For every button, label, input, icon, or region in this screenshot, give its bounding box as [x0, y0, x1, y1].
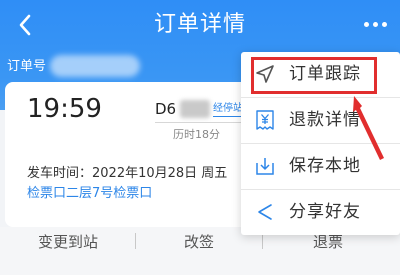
- share-icon: [254, 201, 276, 223]
- train-number: D6: [155, 100, 177, 118]
- divider: [262, 233, 263, 249]
- order-number-label: 订单号: [7, 59, 47, 74]
- divider: [135, 233, 136, 249]
- more-dots-icon: [363, 21, 369, 27]
- route-line: [155, 122, 245, 123]
- menu-item-label: 订单跟踪: [289, 64, 361, 84]
- yen-receipt-icon: [254, 109, 276, 131]
- train-number-redacted: [180, 100, 210, 118]
- menu-item-refund-details[interactable]: 退款详情: [241, 98, 400, 143]
- order-number-redacted: [50, 55, 140, 77]
- change-destination-button[interactable]: 变更到站: [38, 233, 98, 251]
- menu-item-label: 保存本地: [289, 156, 361, 176]
- menu-item-label: 退款详情: [289, 110, 361, 130]
- page-title: 订单详情: [153, 12, 246, 37]
- menu-item-save-local[interactable]: 保存本地: [241, 144, 400, 189]
- departure-time: 19:59: [27, 94, 102, 124]
- stops-link[interactable]: 经停站: [213, 102, 243, 117]
- download-icon: [254, 155, 276, 177]
- reschedule-button[interactable]: 改签: [184, 233, 214, 251]
- more-menu-button[interactable]: [358, 10, 392, 38]
- departure-date: 发车时间：2022年10月28日 周五: [27, 166, 228, 181]
- menu-item-share-friends[interactable]: 分享好友: [241, 190, 400, 235]
- more-dropdown-menu: 订单跟踪 退款详情 保存本地 分享好友: [241, 52, 400, 235]
- menu-item-order-tracking[interactable]: 订单跟踪: [241, 52, 400, 97]
- ticket-gate: 检票口二层7号检票口: [27, 186, 153, 201]
- trip-duration: 历时18分: [173, 128, 220, 141]
- navigation-arrow-icon: [254, 63, 276, 85]
- refund-button[interactable]: 退票: [313, 233, 343, 251]
- menu-item-label: 分享好友: [289, 202, 361, 222]
